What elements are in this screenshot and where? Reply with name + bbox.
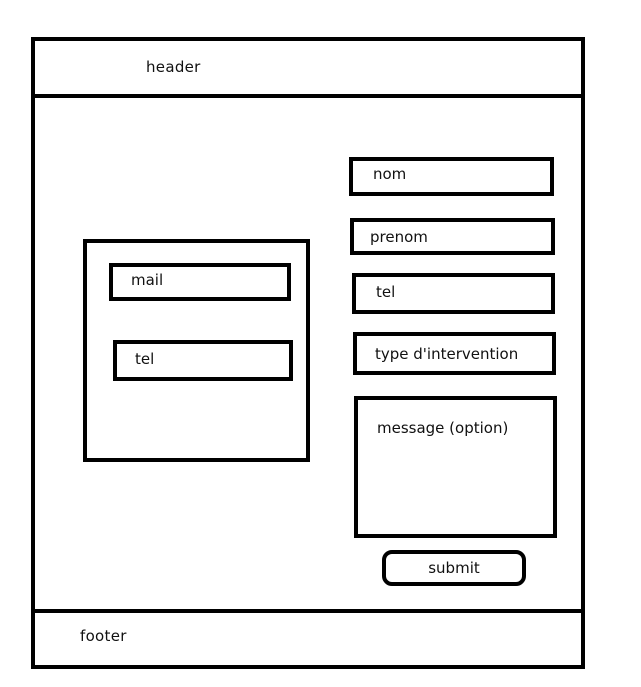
type-intervention-field[interactable]: type d'intervention	[353, 332, 556, 375]
submit-button[interactable]: submit	[382, 550, 526, 586]
nom-field[interactable]: nom	[349, 157, 554, 196]
mail-field[interactable]: mail	[109, 263, 291, 301]
tel-label: tel	[376, 283, 396, 301]
contact-panel: mail tel	[83, 239, 310, 462]
tel-field[interactable]: tel	[352, 273, 555, 314]
message-label: message (option)	[377, 419, 509, 437]
nom-label: nom	[373, 165, 407, 183]
prenom-field[interactable]: prenom	[350, 218, 555, 255]
contact-tel-label: tel	[135, 350, 155, 368]
footer-label: footer	[80, 627, 127, 645]
contact-tel-field[interactable]: tel	[113, 340, 293, 381]
message-field[interactable]: message (option)	[354, 396, 557, 538]
prenom-label: prenom	[370, 228, 428, 246]
footer: footer	[35, 609, 581, 665]
mail-label: mail	[131, 271, 164, 289]
header-label: header	[146, 58, 201, 76]
header: header	[35, 41, 581, 98]
type-intervention-label: type d'intervention	[375, 345, 519, 363]
